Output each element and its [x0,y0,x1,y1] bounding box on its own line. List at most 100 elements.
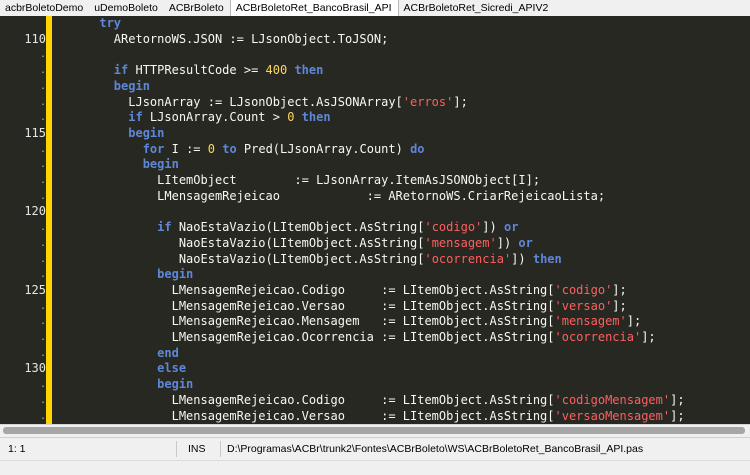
code-token: HTTPResultCode >= [128,63,266,78]
code-line[interactable]: LItemObject := LJsonArray.ItemAsJSONObje… [56,173,540,189]
code-line[interactable]: LMensagemRejeicao := ARetornoWS.CriarRej… [56,189,605,205]
line-number: . [39,237,46,249]
keyword-token: begin [142,157,179,172]
line-number: . [39,175,46,186]
code-line[interactable]: LMensagemRejeicao.Versao := LItemObject.… [56,409,685,425]
keyword-token: if [113,63,129,78]
keyword-token: if [128,110,143,125]
code-line[interactable]: begin [56,377,193,393]
tab-acbrboletoret-sicredi-apiv2[interactable]: ACBrBoletoRet_Sicredi_APIV2 [399,1,555,16]
code-line[interactable]: try [56,16,121,32]
string-token: 'versao' [554,298,613,313]
code-line[interactable]: if HTTPResultCode >= 400 then [56,63,324,79]
tab-acbrboleto[interactable]: ACBrBoleto [164,1,230,16]
code-line[interactable]: begin [56,79,150,95]
tab-acbrboletoret-bancobrasil-api[interactable]: ACBrBoletoRet_BancoBrasil_API [229,0,399,16]
code-token: ]) [496,235,519,250]
horizontal-scrollbar[interactable] [0,424,750,437]
code-line[interactable]: LMensagemRejeicao.Codigo := LItemObject.… [56,283,627,299]
line-number [0,16,46,32]
cursor-position: 1: 1 [8,443,26,455]
code-line[interactable]: for I := 0 to Pred(LJsonArray.Count) do [56,142,425,158]
code-token: LMensagemRejeicao := ARetornoWS.CriarRej… [56,188,606,203]
code-line[interactable]: LMensagemRejeicao.Ocorrencia := LItemObj… [56,330,656,346]
code-token: NaoEstaVazio(LItemObject.AsString[ [56,251,425,266]
code-line[interactable]: NaoEstaVazio(LItemObject.AsString['mensa… [56,236,533,252]
modified-lines-marker [46,16,52,424]
line-number: . [39,49,46,61]
insert-mode: INS [188,443,206,455]
keyword-token: then [294,63,324,78]
code-line[interactable]: begin [56,267,193,283]
keyword-token: begin [128,125,165,140]
code-token: ]; [612,282,627,297]
tab-udemoboleto[interactable]: uDemoBoleto [89,1,164,16]
bottom-panel [0,460,750,475]
code-token: ]; [453,94,468,109]
code-line[interactable]: LMensagemRejeicao.Codigo := LItemObject.… [56,393,685,409]
code-line[interactable]: else [56,361,186,377]
keyword-token: begin [157,377,194,392]
code-token: ]; [670,408,685,423]
code-token: LMensagemRejeicao.Versao := LItemObject.… [56,408,555,423]
code-line[interactable]: NaoEstaVazio(LItemObject.AsString['ocorr… [56,252,562,268]
string-token: 'codigo' [424,220,483,235]
line-number-gutter: 110.....115....120....125....130.... [0,16,46,424]
line-number: . [39,143,46,155]
line-number: . [39,300,46,312]
code-token: ]; [626,314,642,329]
code-line[interactable]: LMensagemRejeicao.Versao := LItemObject.… [56,299,627,315]
line-number: . [39,80,46,92]
line-number: . [39,112,46,124]
file-path: D:\Programas\ACBr\trunk2\Fontes\ACBrBole… [227,443,644,455]
scrollbar-thumb[interactable] [3,427,745,434]
tab-acbrboletodemo[interactable]: acbrBoletoDemo [0,1,89,16]
code-token: I := [164,141,208,156]
number-token: 400 [265,63,288,78]
code-line[interactable]: ARetornoWS.JSON := LJsonObject.ToJSON; [56,32,389,48]
code-line[interactable]: end [56,346,179,362]
code-editor[interactable]: 110.....115....120....125....130.... try… [0,16,750,424]
code-token: LMensagemRejeicao.Codigo := LItemObject.… [56,282,555,297]
code-token: ]) [482,220,504,235]
code-line[interactable]: begin [56,157,179,173]
status-separator [176,441,177,457]
string-token: 'mensagem' [424,235,497,250]
code-line[interactable]: if LJsonArray.Count > 0 then [56,110,330,126]
string-token: 'erros' [402,94,454,109]
line-number: 110 [24,31,46,46]
code-token: LJsonArray.Count > [142,110,288,125]
code-line[interactable]: LJsonArray := LJsonObject.AsJSONArray['e… [56,95,468,111]
code-token: LMensagemRejeicao.Versao := LItemObject.… [56,298,555,313]
line-number: . [39,394,46,406]
code-line[interactable]: if NaoEstaVazio(LItemObject.AsString['co… [56,220,518,236]
string-token: 'ocorrencia' [554,330,642,344]
number-token: 0 [207,141,215,156]
line-number: 125 [24,282,46,297]
line-number: . [39,347,46,359]
keyword-token: try [56,16,122,30]
line-number: 130 [24,361,46,376]
line-number: . [39,316,46,328]
code-token: LMensagemRejeicao.Ocorrencia := LItemObj… [56,330,555,344]
status-bar: 1: 1 INS D:\Programas\ACBr\trunk2\Fontes… [0,437,750,460]
line-number: . [39,410,46,422]
line-number: 120 [24,204,46,219]
keyword-token: then [532,251,562,266]
code-line[interactable]: LMensagemRejeicao.Mensagem := LItemObjec… [56,314,642,330]
code-token: LJsonArray := LJsonObject.AsJSONArray[ [56,94,403,109]
code-area[interactable]: try ARetornoWS.JSON := LJsonObject.ToJSO… [56,16,750,424]
code-token: NaoEstaVazio(LItemObject.AsString[ [56,235,425,250]
code-line[interactable]: begin [56,126,164,142]
line-number: . [39,253,46,265]
string-token: 'codigoMensagem' [554,392,671,407]
